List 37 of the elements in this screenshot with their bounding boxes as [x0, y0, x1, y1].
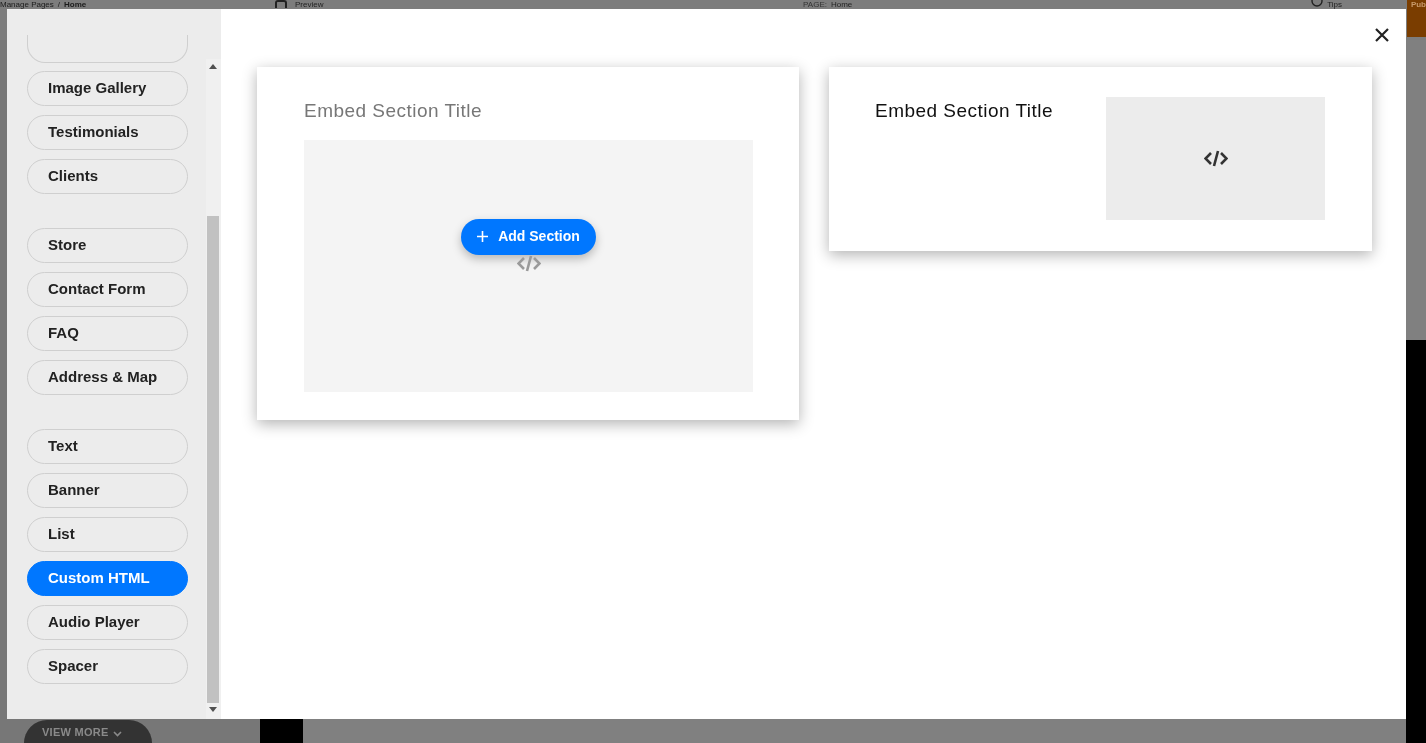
- section-type-button[interactable]: FAQ: [27, 316, 188, 351]
- breadcrumb-separator: /: [57, 0, 61, 9]
- chevron-down-icon: [112, 731, 122, 737]
- breadcrumb-link[interactable]: Manage Pages: [0, 0, 54, 9]
- scroll-up-icon[interactable]: [209, 64, 217, 69]
- preview-card[interactable]: Embed Section Title: [829, 67, 1372, 251]
- section-type-button[interactable]: Text: [27, 429, 188, 464]
- section-type-button[interactable]: Custom HTML: [27, 561, 188, 596]
- section-type-button[interactable]: Clients: [27, 159, 188, 194]
- section-type-button[interactable]: Store: [27, 228, 188, 263]
- section-type-button[interactable]: Address & Map: [27, 360, 188, 395]
- lightbulb-icon: [1311, 0, 1324, 8]
- add-section-button[interactable]: Add Section: [461, 218, 596, 255]
- page-panel: [260, 719, 303, 743]
- code-icon: [516, 254, 541, 272]
- preview-label[interactable]: Preview: [295, 0, 324, 9]
- section-title: Embed Section Title: [875, 99, 1053, 123]
- plus-icon: [477, 231, 489, 242]
- section-type-button[interactable]: Banner: [27, 473, 188, 508]
- section-type-button[interactable]: Contact Form: [27, 272, 188, 307]
- section-type-button[interactable]: Testimonials: [27, 115, 188, 150]
- scrollbar[interactable]: [206, 59, 221, 719]
- view-more-button[interactable]: VIEW MORE: [24, 720, 152, 743]
- section-type-button[interactable]: Audio Player: [27, 605, 188, 640]
- scrollbar-thumb[interactable]: [207, 216, 219, 703]
- page-dropdown[interactable]: Home: [830, 0, 853, 9]
- breadcrumb-link[interactable]: Home: [64, 0, 87, 9]
- tips-link[interactable]: Tips: [1327, 0, 1343, 9]
- section-type-button[interactable]: Image Gallery: [27, 71, 188, 106]
- section-title: Embed Section Title: [304, 99, 483, 123]
- scroll-down-icon[interactable]: [209, 707, 217, 712]
- section-type-button[interactable]: List: [27, 517, 188, 552]
- code-icon: [1203, 150, 1228, 167]
- section-type-button[interactable]: Spacer: [27, 649, 188, 684]
- close-icon[interactable]: [1375, 28, 1389, 42]
- preview-card[interactable]: Embed Section Title Add Section: [257, 67, 799, 420]
- page-label: PAGE:: [803, 0, 827, 9]
